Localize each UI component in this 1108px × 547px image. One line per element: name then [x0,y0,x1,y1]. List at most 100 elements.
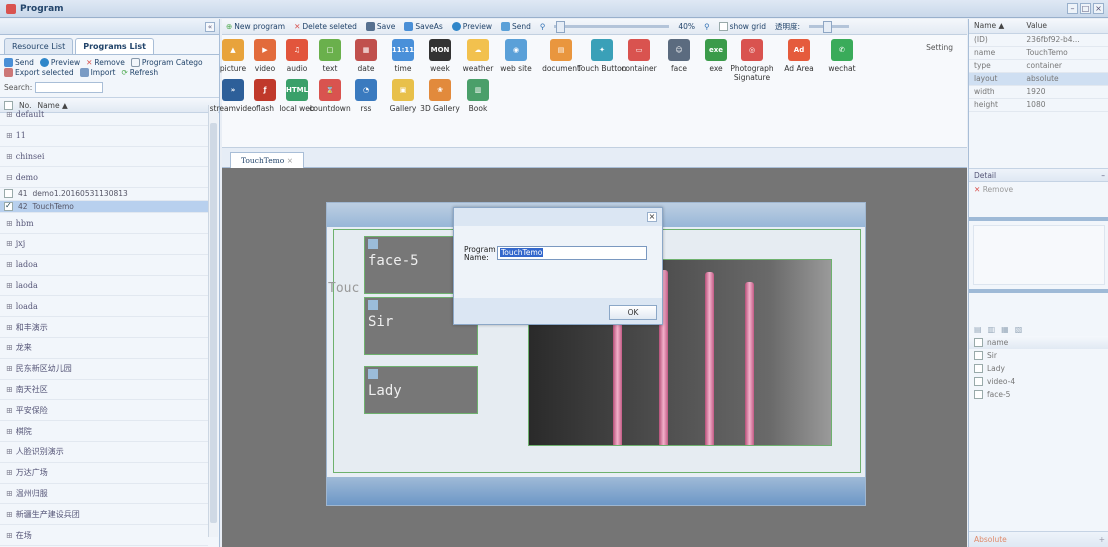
layer-item[interactable]: face-5 [969,388,1108,401]
group-row[interactable]: ⊞ default [0,105,208,126]
expand-icon[interactable]: ⊞ [6,131,13,140]
layout-status[interactable]: Absolute + [969,531,1108,547]
setting-label[interactable]: Setting [926,43,953,52]
group-row[interactable]: ⊞ 龙来 [0,338,208,359]
component-wechat[interactable]: ✆ wechat [817,39,867,73]
layer-checkbox[interactable] [974,377,983,386]
layer-bottom-icon[interactable]: ▧ [1015,325,1023,334]
layer-item[interactable]: Lady [969,362,1108,375]
ok-button[interactable]: OK [609,305,657,320]
left-scrollbar[interactable] [208,105,218,537]
group-row[interactable]: ⊟ demo [0,167,208,189]
group-row[interactable]: ⊞ 平安保险 [0,400,208,422]
property-row[interactable]: width 1920 [969,85,1108,99]
save-as-button[interactable]: SaveAs [404,22,443,31]
property-row[interactable]: name TouchTemo [969,46,1108,60]
expand-icon[interactable]: ⊞ [6,427,13,436]
select-all-checkbox[interactable] [974,338,983,347]
refresh-button[interactable]: ⟳ Refresh [122,68,159,77]
expand-icon[interactable]: ⊞ [6,260,13,269]
layer-down-icon[interactable]: ▥ [988,325,996,334]
expand-icon[interactable]: ⊞ [6,447,13,456]
component-web-site[interactable]: ◉ web site [491,39,541,73]
property-row[interactable]: height 1080 [969,98,1108,112]
search-input[interactable] [35,81,104,93]
preview-button[interactable]: Preview [451,22,492,31]
group-row[interactable]: ⊞ 南天社区 [0,380,208,401]
expand-icon[interactable]: + [1099,532,1105,547]
column-name[interactable]: Name ▲ [969,19,1022,34]
scrollbar-thumb[interactable] [210,123,217,523]
group-row[interactable]: ⊞ hbm [0,213,208,234]
remove-button[interactable]: ✕ Remove [86,58,125,67]
lady-widget[interactable]: Lady [364,366,478,414]
group-row[interactable]: ⊞ 温州归服 [0,484,208,505]
expand-icon[interactable]: ⊞ [6,468,13,477]
maximize-icon[interactable]: □ [1080,3,1091,14]
delete-selected-button[interactable]: ✕ Delete seleted [294,22,357,31]
program-row[interactable]: 42TouchTemo [0,200,208,214]
group-row[interactable]: ⊞ jxj [0,234,208,255]
zoom-slider[interactable] [554,21,670,33]
tab-touchtemo[interactable]: TouchTemo × [230,152,304,168]
detail-remove-button[interactable]: ✕ Remove [969,182,1108,197]
expand-icon[interactable]: ⊞ [6,323,13,332]
tab-resource-list[interactable]: Resource List [4,38,74,54]
minimize-icon[interactable]: – [1067,3,1078,14]
expand-icon[interactable]: ⊞ [6,510,13,519]
group-row[interactable]: ⊞ 和丰演示 [0,317,208,338]
collapse-icon[interactable]: ⊟ [6,173,13,182]
group-row[interactable]: ⊞ chinsei [0,147,208,168]
expand-icon[interactable]: ⊞ [6,152,13,161]
group-row[interactable]: ⊞ 万达广场 [0,463,208,484]
row-checkbox[interactable] [4,201,13,211]
group-row[interactable]: ⊞ 新疆生产建设兵团 [0,504,208,526]
expand-icon[interactable]: ⊞ [6,531,13,540]
property-row[interactable]: (ID) 236fbf92-b4... [969,33,1108,47]
group-row[interactable]: ⊞ 11 [0,126,208,147]
zoom-in-icon[interactable]: ⚲ [704,22,710,31]
show-grid-toggle[interactable]: show grid [718,22,766,31]
new-program-button[interactable]: ⊕ New program [226,22,285,31]
group-row[interactable]: ⊞ loada [0,296,208,318]
show-grid-checkbox[interactable] [718,22,728,31]
group-row[interactable]: ⊞ ladoa [0,255,208,276]
expand-icon[interactable]: ⊞ [6,239,13,248]
group-row[interactable]: ⊞ 民东新区幼儿园 [0,359,208,380]
send-button[interactable]: Send [4,58,34,67]
group-row[interactable]: ⊞ 棋院 [0,421,208,442]
expand-icon[interactable]: ⊞ [6,364,13,373]
send-button[interactable]: Send [501,22,531,31]
expand-icon[interactable]: ⊞ [6,281,13,290]
program-row[interactable]: 41 demo1.20160531130813 [0,188,208,201]
expand-icon[interactable]: ⊞ [6,489,13,498]
layer-top-icon[interactable]: ▦ [1001,325,1009,334]
column-value[interactable]: Value [1021,19,1108,34]
layer-item[interactable]: Sir [969,349,1108,362]
opacity-slider[interactable] [809,21,850,33]
layer-checkbox[interactable] [974,364,983,373]
import-button[interactable]: Import [79,68,116,77]
group-row[interactable]: ⊞ laoda [0,276,208,297]
group-row[interactable]: ⊞ 在场 [0,525,208,546]
export-selected-button[interactable]: Export selected [4,68,74,77]
row-checkbox[interactable] [4,189,13,199]
layer-up-icon[interactable]: ▤ [974,325,982,334]
dialog-close-icon[interactable]: × [647,212,657,222]
expand-icon[interactable]: ⊞ [6,385,13,394]
save-button[interactable]: Save [365,22,395,31]
tab-programs-list[interactable]: Programs List [75,38,154,54]
property-row[interactable]: type container [969,59,1108,73]
expand-icon[interactable]: ⊞ [6,343,13,352]
expand-icon[interactable]: ⊞ [6,406,13,415]
preview-button[interactable]: Preview [39,58,80,67]
layer-checkbox[interactable] [974,351,983,360]
component-photograph-signature[interactable]: ◎ Photograph Signature [727,39,777,82]
close-tab-icon[interactable]: × [287,156,293,165]
property-row[interactable]: layout absolute [969,72,1108,86]
collapse-left-icon[interactable]: « [205,22,215,32]
zoom-out-icon[interactable]: ⚲ [540,22,546,31]
component-book[interactable]: ▥ Book [453,79,503,113]
program-name-input[interactable]: TouchTemo [497,246,647,260]
collapse-detail-icon[interactable]: – [1101,169,1105,182]
